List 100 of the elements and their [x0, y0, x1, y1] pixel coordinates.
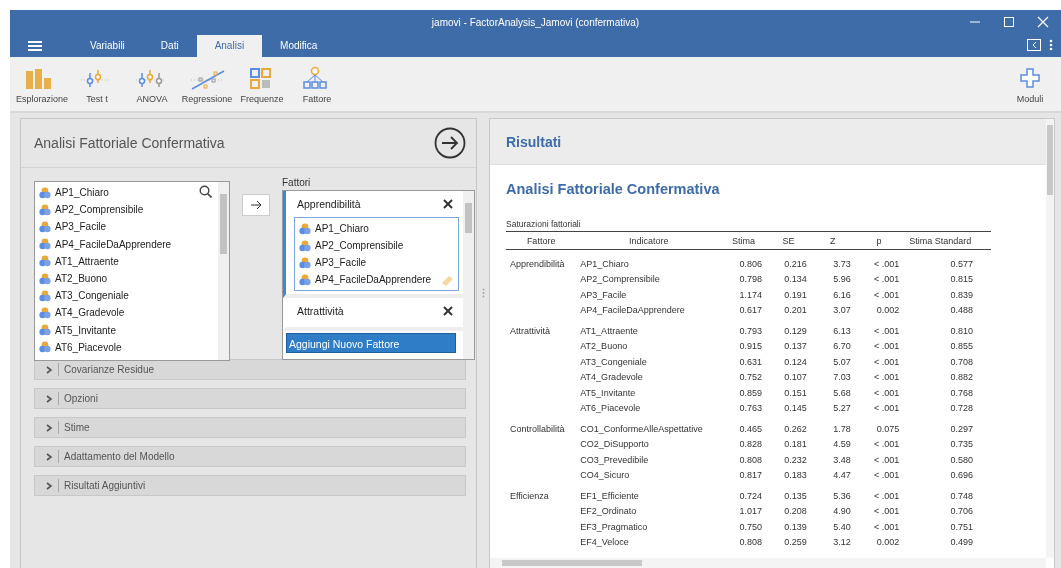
- tab[interactable]: Modifica: [262, 35, 336, 57]
- table-cell-text: 3.48: [832, 453, 852, 467]
- table-cell-text: 0.631: [738, 355, 764, 369]
- table-cell-text: AP4_FacileDaApprendere: [579, 304, 686, 318]
- results-title: Analisi Fattoriale Confermativa: [506, 181, 721, 197]
- scrollbar[interactable]: [490, 558, 1046, 568]
- column-header: SE: [766, 231, 811, 250]
- variable-item[interactable]: AT5_Invitante: [55, 324, 116, 336]
- variable-item[interactable]: AT6_Piacevole: [55, 341, 122, 353]
- table-cell-text: 4.47: [832, 469, 852, 483]
- scrollbar[interactable]: [1046, 119, 1054, 558]
- maximize-icon[interactable]: [1003, 16, 1015, 28]
- table-cell-text: 0.259: [783, 536, 808, 550]
- table-cell-text: 0.751: [949, 520, 974, 534]
- table-cell-text: 0.262: [783, 422, 808, 436]
- panel-toggle-icon[interactable]: [1027, 39, 1041, 51]
- factor-card[interactable]: Apprendibilità AP1_Chiaro AP2_Comprensibile AP3_Facile AP4_FacileDaApprendere: [283, 191, 463, 298]
- toolbar-button[interactable]: Fattore: [302, 94, 332, 104]
- variable-item[interactable]: AT1_Attraente: [55, 255, 119, 267]
- table-cell: < .001: [854, 249, 904, 272]
- variable-icon: [39, 272, 51, 285]
- variable-icon: [39, 203, 51, 216]
- column-header: Indicatore: [576, 231, 722, 250]
- scrollbar[interactable]: [218, 182, 229, 360]
- tab[interactable]: Variabili: [72, 35, 143, 57]
- variable-item[interactable]: AT3_Congeniale: [55, 290, 129, 302]
- table-cell: 0.577: [903, 249, 991, 272]
- variable-item[interactable]: AP2_Comprensibile: [55, 204, 144, 216]
- table-cell-text: 0.129: [783, 324, 808, 338]
- table-cell-text: AP3_Facile: [579, 288, 628, 302]
- table-cell-text: 0.107: [783, 371, 808, 385]
- table-cell-text: AT1_Attraente: [579, 324, 639, 338]
- table-cell: AP1_Chiaro: [576, 249, 722, 272]
- table-cell-text: 4.90: [832, 505, 852, 519]
- variable-item[interactable]: AP3_Facile: [315, 257, 367, 268]
- variable-item[interactable]: AP4_FacileDaApprendere: [315, 274, 432, 285]
- tab[interactable]: Dati: [142, 35, 197, 57]
- collapsible-section[interactable]: Covarianze Residue: [34, 359, 466, 380]
- toolbar-button[interactable]: Esplorazione: [16, 94, 68, 104]
- variable-item[interactable]: AP1_Chiaro: [55, 187, 109, 199]
- table-cell-text: 0.839: [949, 288, 974, 302]
- table-cell-text: AP2_Comprensibile: [579, 273, 661, 287]
- more-icon[interactable]: [1049, 39, 1053, 51]
- table-cell-text: 1.174: [738, 288, 764, 302]
- table-cell-text: CO4_Sicuro: [579, 469, 631, 483]
- table-cell-text: 0.499: [949, 536, 974, 550]
- arrow-right-circle-icon[interactable]: [434, 127, 466, 159]
- close-icon[interactable]: [443, 199, 453, 209]
- table-cell-text: Efficienza: [509, 489, 550, 503]
- variable-item[interactable]: AP4_FacileDaApprendere: [55, 238, 172, 250]
- tab[interactable]: Analisi: [196, 35, 263, 57]
- variable-icon: [39, 289, 51, 302]
- toolbar-button[interactable]: Test t: [86, 94, 108, 104]
- arrow-right-icon[interactable]: [242, 194, 270, 216]
- analysis-title: Analisi Fattoriale Confermativa: [34, 135, 225, 151]
- add-factor-button[interactable]: Aggiungi Nuovo Fattore: [286, 333, 456, 353]
- table-cell-text: 6.70: [832, 340, 852, 354]
- variable-icon: [299, 239, 311, 252]
- table-cell-text: AT4_Gradevole: [579, 371, 644, 385]
- toolbar-button[interactable]: Frequenze: [240, 94, 284, 104]
- close-icon[interactable]: [443, 306, 453, 316]
- toolbar-button[interactable]: ANOVA: [136, 94, 168, 104]
- collapsible-section[interactable]: Stime: [34, 417, 466, 438]
- table-cell-text: 0.465: [738, 422, 764, 436]
- modules-button[interactable]: Moduli: [1016, 94, 1044, 104]
- variable-item[interactable]: AT2_Buono: [55, 273, 108, 285]
- table-cell-text: < .001: [873, 402, 901, 416]
- variable-icon: [39, 186, 51, 199]
- table-cell-text: < .001: [873, 386, 901, 400]
- variable-icon: [299, 256, 311, 269]
- variable-item[interactable]: AP1_Chiaro: [315, 223, 369, 234]
- table-cell-text: 0.728: [949, 402, 974, 416]
- table-cell-text: 0.708: [949, 355, 974, 369]
- table-cell-text: 0.002: [875, 304, 901, 318]
- chevron-icon: [45, 393, 53, 404]
- table-cell-text: 0.855: [949, 340, 974, 354]
- menu-icon[interactable]: [28, 40, 42, 52]
- table-cell-text: 0.763: [738, 402, 764, 416]
- table-cell-text: < .001: [873, 469, 901, 483]
- table-cell-text: 0.810: [949, 324, 974, 338]
- collapsible-section[interactable]: Risultati Aggiuntivi: [34, 475, 466, 496]
- factor-name: Apprendibilità: [296, 198, 361, 210]
- resize-handle-icon[interactable]: [481, 288, 485, 298]
- table-cell-text: 0.201: [783, 304, 808, 318]
- variable-item[interactable]: AP3_Facile: [55, 221, 107, 233]
- variable-icon: [39, 255, 51, 268]
- collapsible-section[interactable]: Opzioni: [34, 388, 466, 409]
- table-cell-text: 0.137: [783, 340, 808, 354]
- variable-icon: [299, 222, 311, 235]
- collapsible-section[interactable]: Adattamento del Modello: [34, 446, 466, 467]
- table-cell-text: AT5_Invitante: [579, 386, 637, 400]
- toolbar-button[interactable]: Regressione: [181, 94, 233, 104]
- search-icon[interactable]: [199, 185, 212, 198]
- table-cell: 3.73: [810, 249, 855, 272]
- table-cell-text: 0.808: [738, 536, 764, 550]
- variable-item[interactable]: AT4_Gradevole: [55, 307, 125, 319]
- table-cell-text: < .001: [873, 520, 901, 534]
- variable-item[interactable]: AP2_Comprensibile: [315, 240, 404, 251]
- scrollbar[interactable]: [463, 191, 474, 359]
- table-cell-text: 5.96: [832, 273, 852, 287]
